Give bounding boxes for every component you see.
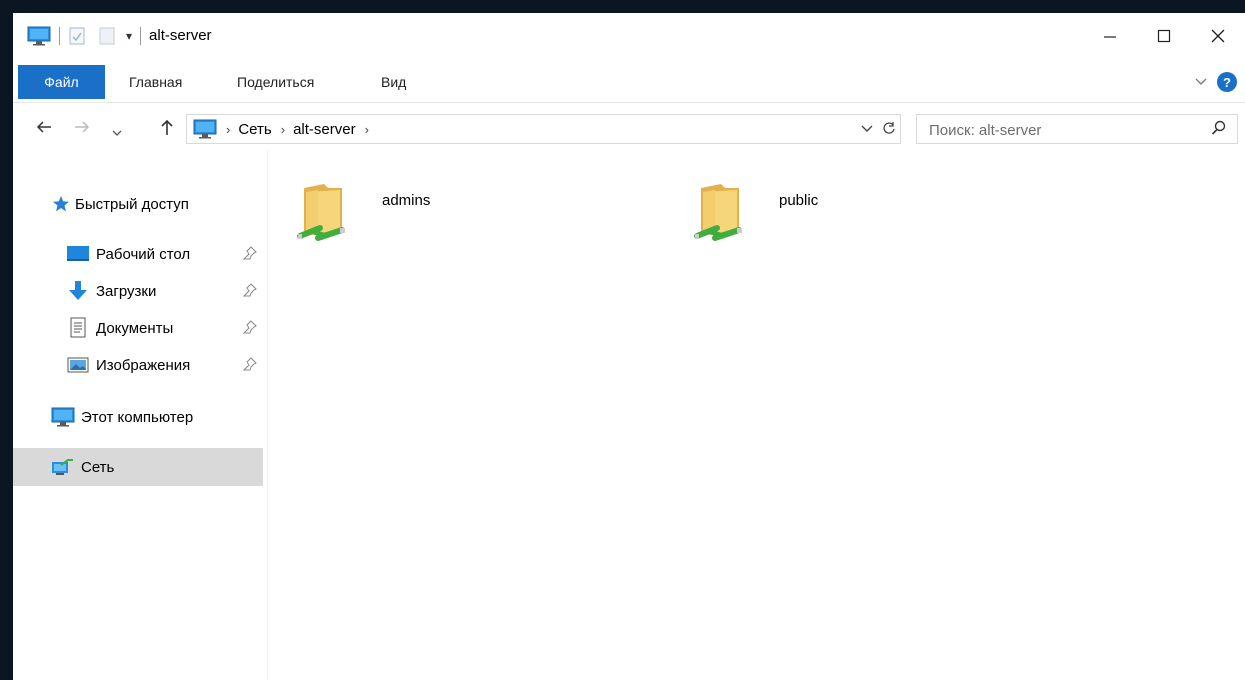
folder-name: public	[779, 192, 819, 209]
sidebar-item-label: Быстрый доступ	[75, 195, 189, 213]
sidebar-item-label: Загрузки	[96, 282, 157, 300]
properties-icon[interactable]	[68, 26, 86, 46]
sidebar-item-label: Изображения	[96, 356, 191, 374]
ribbon: Файл Главная Поделиться Вид ?	[13, 58, 1245, 103]
shared-folder-public[interactable]: public	[693, 180, 818, 251]
breadcrumb-separator-icon[interactable]: ›	[365, 122, 369, 137]
breadcrumb-network[interactable]: Сеть	[238, 121, 271, 138]
computer-icon[interactable]	[27, 26, 51, 46]
navigation-pane: Быстрый доступ Рабочий стол Загрузки Док…	[13, 150, 268, 680]
tab-view[interactable]: Вид	[381, 68, 406, 96]
search-icon[interactable]	[1211, 120, 1227, 139]
pin-icon[interactable]	[242, 283, 257, 301]
tab-file[interactable]: Файл	[18, 65, 105, 99]
separator	[140, 26, 142, 45]
folder-name: admins	[382, 192, 431, 209]
separator	[59, 26, 60, 45]
breadcrumb-separator-icon[interactable]: ›	[226, 122, 230, 137]
breadcrumb-alt-server[interactable]: alt-server	[293, 121, 356, 138]
sidebar-item-pictures[interactable]: Изображения	[13, 348, 263, 382]
sidebar-item-quick-access[interactable]: Быстрый доступ	[13, 187, 263, 221]
document-icon	[66, 316, 90, 340]
refresh-icon[interactable]	[878, 120, 900, 139]
title-bar: ▾ alt-server	[13, 13, 1245, 58]
content-area: admins public	[268, 150, 1245, 680]
tab-share[interactable]: Поделиться	[237, 68, 314, 96]
window-controls	[1083, 13, 1245, 58]
sidebar-item-network[interactable]: Сеть	[13, 448, 263, 486]
window-title: alt-server	[149, 27, 212, 44]
shared-folder-icon	[693, 180, 755, 251]
pin-icon[interactable]	[242, 357, 257, 375]
pictures-icon	[66, 353, 90, 377]
back-arrow-icon[interactable]	[35, 118, 53, 141]
quick-access-toolbar: ▾ alt-server	[27, 21, 212, 51]
sidebar-item-this-pc[interactable]: Этот компьютер	[13, 400, 263, 434]
sidebar-item-label: Документы	[96, 319, 174, 337]
address-controls	[856, 115, 900, 143]
forward-arrow-icon[interactable]	[73, 118, 91, 141]
pin-icon[interactable]	[242, 246, 257, 264]
help-icon[interactable]: ?	[1217, 72, 1237, 92]
sidebar-item-label: Этот компьютер	[81, 408, 194, 426]
download-arrow-icon	[66, 279, 90, 303]
sidebar-item-desktop[interactable]: Рабочий стол	[13, 237, 263, 271]
tab-home[interactable]: Главная	[129, 68, 182, 96]
search-input[interactable]	[917, 115, 1191, 145]
star-icon	[51, 192, 71, 216]
address-dropdown-icon[interactable]	[856, 121, 878, 137]
sidebar-item-documents[interactable]: Документы	[13, 311, 263, 345]
sidebar-item-label: Сеть	[81, 458, 115, 476]
search-box[interactable]	[916, 114, 1238, 145]
sidebar-item-downloads[interactable]: Загрузки	[13, 274, 263, 308]
ribbon-right: ?	[1195, 72, 1237, 92]
network-icon	[51, 455, 75, 479]
minimize-button[interactable]	[1083, 13, 1137, 58]
up-arrow-icon[interactable]	[159, 118, 175, 141]
expand-ribbon-icon[interactable]	[1195, 74, 1207, 90]
shared-folder-icon	[296, 180, 358, 251]
computer-icon	[51, 405, 75, 429]
navigation-bar: › Сеть › alt-server ›	[13, 110, 1245, 150]
desktop-icon	[66, 242, 90, 266]
close-button[interactable]	[1191, 13, 1245, 58]
explorer-window: ▾ alt-server Файл Главная Поделиться Вид…	[13, 13, 1245, 680]
address-bar[interactable]: › Сеть › alt-server ›	[186, 114, 901, 144]
customize-toolbar-icon[interactable]: ▾	[126, 29, 132, 43]
shared-folder-admins[interactable]: admins	[296, 180, 430, 251]
recent-locations-icon[interactable]	[112, 122, 122, 143]
computer-icon	[193, 119, 217, 139]
maximize-button[interactable]	[1137, 13, 1191, 58]
new-folder-icon[interactable]	[98, 26, 116, 46]
breadcrumb-separator-icon[interactable]: ›	[281, 122, 285, 137]
pin-icon[interactable]	[242, 320, 257, 338]
sidebar-item-label: Рабочий стол	[96, 245, 191, 263]
